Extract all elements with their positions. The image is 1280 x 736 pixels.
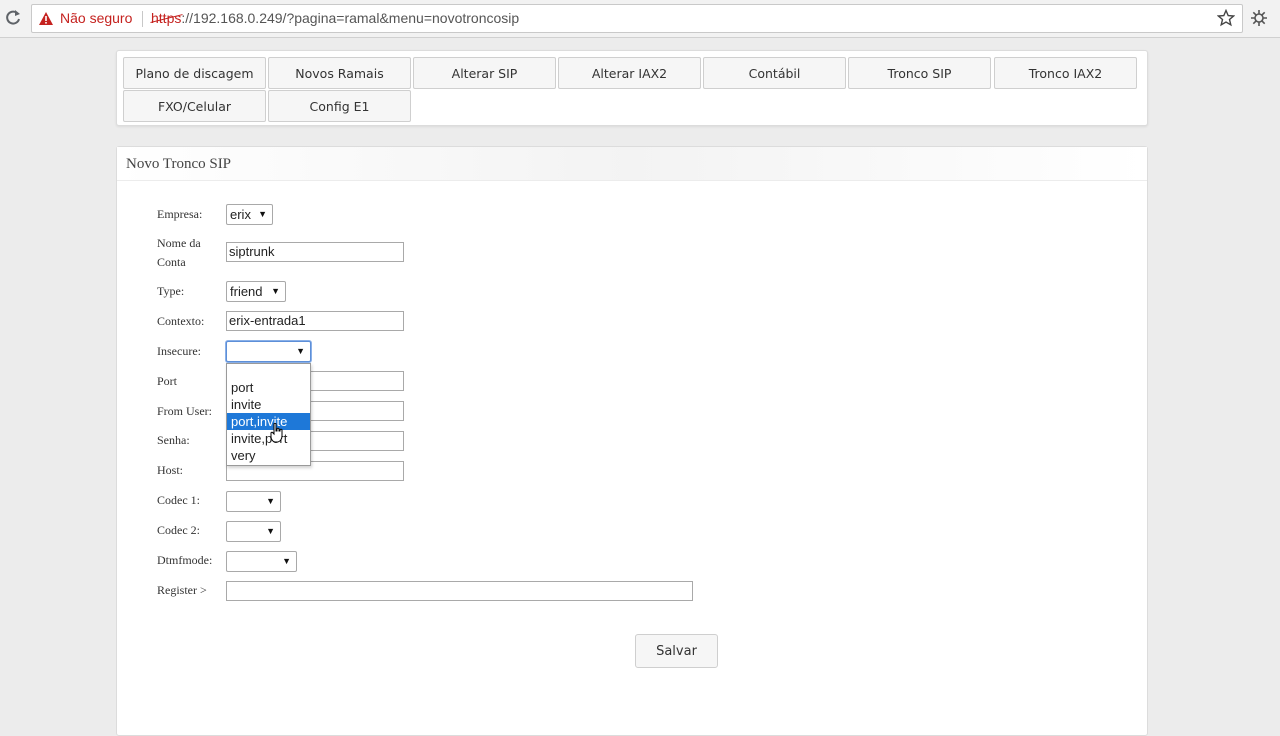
chevron-down-icon: ▼ [282, 556, 291, 566]
from-user-label: From User: [157, 404, 212, 418]
nav-contabil[interactable]: Contábil [703, 57, 846, 89]
panel-title: Novo Tronco SIP [126, 156, 232, 172]
nav-plano-de-discagem[interactable]: Plano de discagem [123, 57, 266, 89]
dropdown-option[interactable]: invite [227, 396, 310, 413]
panel-header: Novo Tronco SIP [117, 147, 1147, 181]
codec1-select[interactable]: ▼ [226, 491, 281, 512]
nav-fxo-celular[interactable]: FXO/Celular [123, 90, 266, 122]
codec2-select[interactable]: ▼ [226, 521, 281, 542]
star-icon[interactable] [1217, 9, 1235, 27]
nome-conta-input[interactable]: siptrunk [226, 242, 404, 262]
insecure-select[interactable]: ▼ [226, 341, 311, 362]
nav-config-e1[interactable]: Config E1 [268, 90, 411, 122]
nav-tronco-iax2[interactable]: Tronco IAX2 [994, 57, 1137, 89]
codec1-label: Codec 1: [157, 493, 200, 507]
chevron-down-icon: ▼ [271, 286, 280, 296]
type-value: friend [230, 284, 263, 299]
save-button[interactable]: Salvar [635, 634, 718, 668]
register-label: Register > [157, 583, 207, 597]
chevron-down-icon: ▼ [258, 209, 267, 219]
nome-conta-label-line1: Nome da [157, 236, 201, 250]
dtmfmode-label: Dtmfmode: [157, 553, 213, 567]
register-input[interactable] [226, 581, 693, 601]
extension-icon[interactable] [1250, 9, 1268, 27]
senha-label: Senha: [157, 433, 190, 447]
nome-conta-label-line2: Conta [157, 255, 186, 269]
address-bar[interactable]: Não seguro https://192.168.0.249/?pagina… [31, 4, 1243, 33]
url-text[interactable]: https://192.168.0.249/?pagina=ramal&menu… [151, 10, 519, 26]
reload-icon[interactable] [4, 9, 22, 27]
chevron-down-icon: ▼ [266, 526, 275, 536]
contexto-label: Contexto: [157, 314, 205, 328]
empresa-select[interactable]: erix ▼ [226, 204, 273, 225]
form-panel: Novo Tronco SIP Empresa: erix ▼ Nome da … [116, 146, 1148, 736]
empresa-value: erix [230, 207, 251, 222]
dropdown-option[interactable]: port [227, 379, 310, 396]
nav-alterar-iax2[interactable]: Alterar IAX2 [558, 57, 701, 89]
nav-panel: Plano de discagem Novos Ramais Alterar S… [116, 50, 1148, 126]
empresa-label: Empresa: [157, 207, 203, 221]
chevron-down-icon: ▼ [266, 496, 275, 506]
nav-novos-ramais[interactable]: Novos Ramais [268, 57, 411, 89]
nav-alterar-sip[interactable]: Alterar SIP [413, 57, 556, 89]
browser-toolbar: Não seguro https://192.168.0.249/?pagina… [0, 0, 1280, 38]
insecure-dropdown[interactable]: port invite port,invite invite,port very [226, 363, 311, 466]
port-label: Port [157, 374, 178, 388]
insecure-label: Insecure: [157, 344, 201, 358]
dropdown-option[interactable]: very [227, 447, 310, 464]
warning-icon[interactable] [39, 12, 53, 25]
url-rest: ://192.168.0.249/?pagina=ramal&menu=novo… [181, 10, 520, 26]
nav-tronco-sip[interactable]: Tronco SIP [848, 57, 991, 89]
url-scheme: https [151, 10, 182, 26]
type-select[interactable]: friend ▼ [226, 281, 286, 302]
dropdown-option[interactable]: invite,port [227, 430, 310, 447]
dropdown-option-highlighted[interactable]: port,invite [227, 413, 310, 430]
chevron-down-icon: ▼ [296, 346, 305, 356]
codec2-label: Codec 2: [157, 523, 200, 537]
type-label: Type: [157, 284, 185, 298]
security-label[interactable]: Não seguro [60, 10, 132, 26]
contexto-input[interactable]: erix-entrada1 [226, 311, 404, 331]
host-label: Host: [157, 463, 184, 477]
dtmfmode-select[interactable]: ▼ [226, 551, 297, 572]
omnibox-divider [142, 11, 143, 27]
